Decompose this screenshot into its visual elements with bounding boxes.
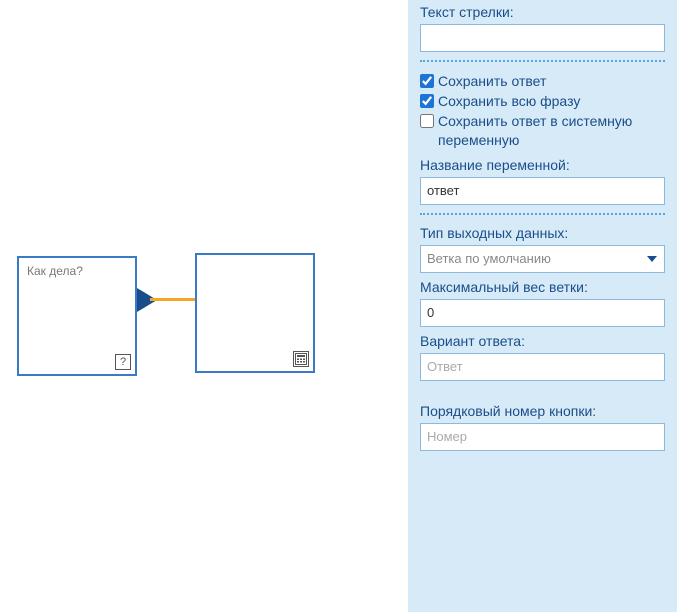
save-phrase-label: Сохранить всю фразу (438, 92, 580, 110)
diagram-node-question[interactable]: Как дела? ? (17, 256, 137, 376)
calc-icon (293, 351, 309, 367)
question-icon: ? (115, 354, 131, 370)
output-type-select[interactable]: Ветка по умолчанию (420, 245, 665, 273)
node-text: Как дела? (19, 258, 135, 284)
diagram-node-target[interactable] (195, 253, 315, 373)
arrow-text-label: Текст стрелки: (420, 4, 665, 20)
button-index-input[interactable] (420, 423, 665, 451)
properties-panel: Текст стрелки: Сохранить ответ Сохранить… (408, 0, 677, 612)
divider (420, 213, 665, 215)
save-phrase-checkbox[interactable] (420, 94, 434, 108)
max-weight-input[interactable] (420, 299, 665, 327)
connector-line[interactable] (150, 298, 195, 301)
save-sysvar-label: Сохранить ответ в системную переменную (438, 112, 665, 148)
save-answer-label: Сохранить ответ (438, 72, 546, 90)
diagram-canvas[interactable]: Как дела? ? (0, 0, 408, 612)
save-sysvar-checkbox[interactable] (420, 114, 434, 128)
output-type-label: Тип выходных данных: (420, 225, 665, 241)
save-answer-checkbox[interactable] (420, 74, 434, 88)
answer-variant-input[interactable] (420, 353, 665, 381)
max-weight-label: Максимальный вес ветки: (420, 279, 665, 295)
var-name-input[interactable] (420, 177, 665, 205)
arrow-text-input[interactable] (420, 24, 665, 52)
button-index-label: Порядковый номер кнопки: (420, 403, 665, 419)
var-name-label: Название переменной: (420, 157, 665, 173)
answer-variant-label: Вариант ответа: (420, 333, 665, 349)
divider (420, 60, 665, 62)
